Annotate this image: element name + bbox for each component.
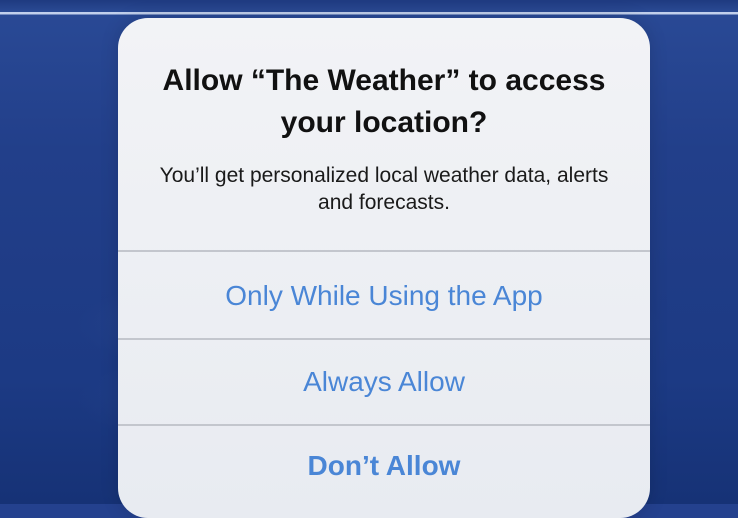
- divider: [118, 250, 650, 252]
- allow-while-using-button[interactable]: Only While Using the App: [118, 254, 650, 338]
- dialog-message: You’ll get personalized local weather da…: [159, 164, 609, 214]
- dialog-header: Allow “The Weather” to access your locat…: [118, 18, 650, 250]
- location-permission-dialog: Allow “The Weather” to access your locat…: [118, 18, 650, 518]
- dont-allow-button[interactable]: Don’t Allow: [118, 426, 650, 506]
- status-area: [0, 0, 738, 12]
- always-allow-button[interactable]: Always Allow: [118, 340, 650, 424]
- dialog-title: Allow “The Weather” to access your locat…: [162, 64, 606, 139]
